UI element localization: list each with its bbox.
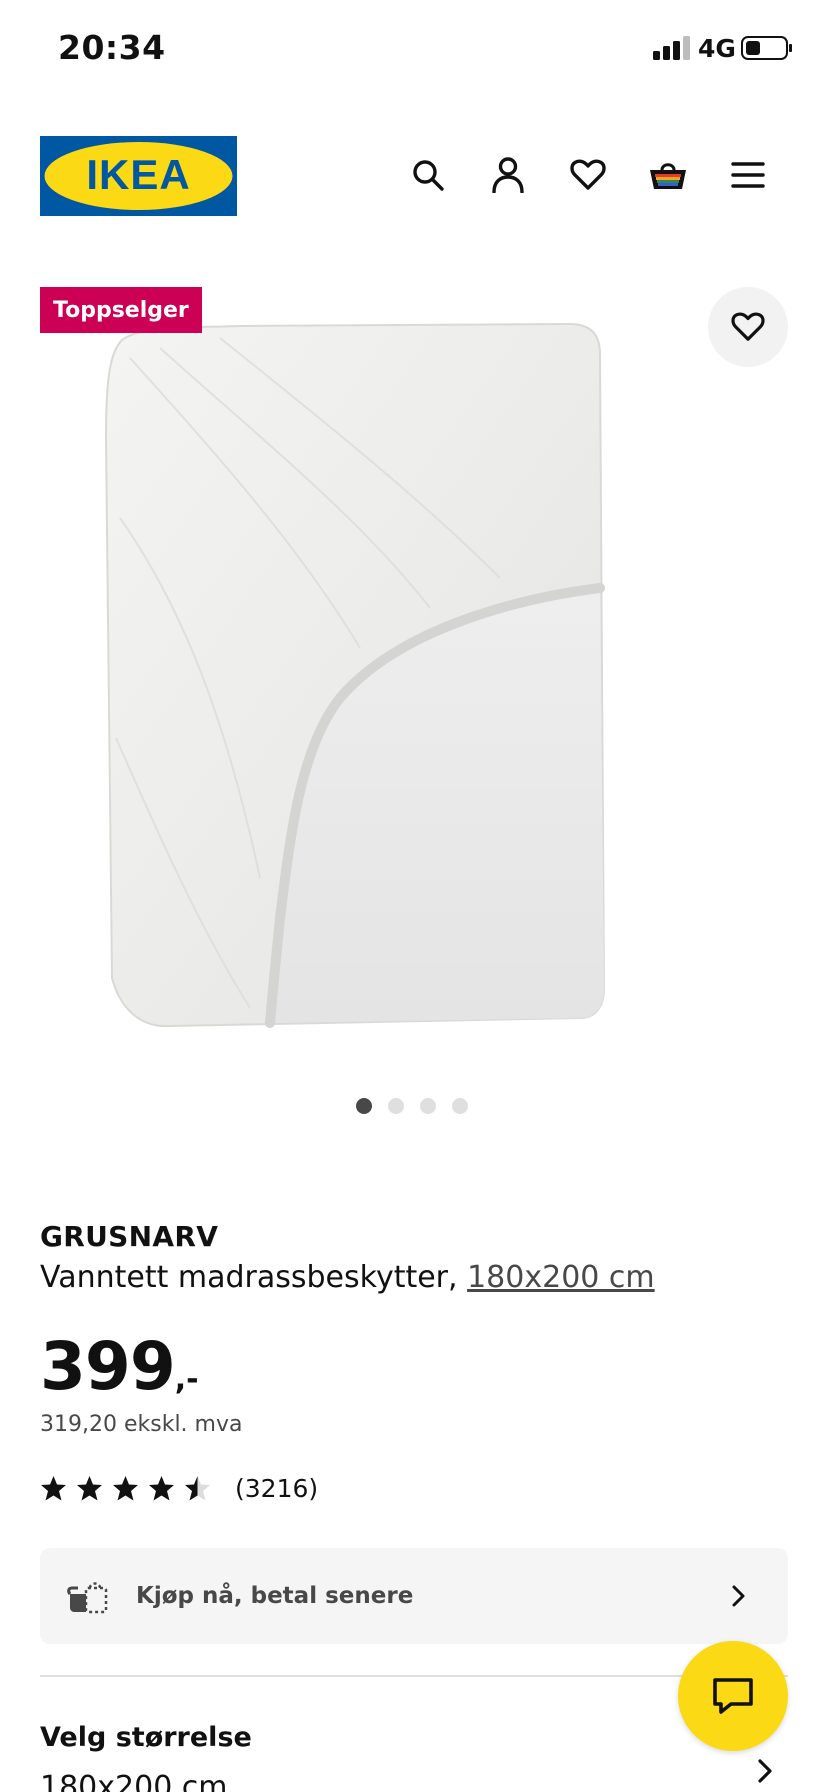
network-label: 4G <box>698 34 736 63</box>
heart-icon <box>731 312 765 341</box>
product-name: GRUSNARV <box>40 1220 219 1253</box>
bestseller-badge: Toppselger <box>40 287 202 333</box>
review-count[interactable]: (3216) <box>235 1474 318 1503</box>
product-description: Vanntett madrassbeskytter, 180x200 cm <box>40 1260 655 1295</box>
menu-icon[interactable] <box>726 153 770 197</box>
payment-icon <box>66 1574 110 1618</box>
price-integer: 399 <box>40 1328 176 1405</box>
status-time: 20:34 <box>58 28 166 67</box>
price-ex-vat: 319,20 ekskl. mva <box>40 1412 243 1437</box>
battery-icon <box>741 36 792 60</box>
rating-stars <box>40 1475 211 1502</box>
bnpl-label: Kjøp nå, betal senere <box>136 1583 414 1609</box>
add-to-wishlist-button[interactable] <box>708 287 788 367</box>
chevron-right-icon <box>732 1585 745 1607</box>
ikea-logo[interactable]: IKEA <box>40 136 237 216</box>
image-carousel-dots[interactable] <box>356 1098 468 1114</box>
price-suffix: ,- <box>174 1362 199 1397</box>
star-icon <box>113 1476 138 1501</box>
size-link[interactable]: 180x200 cm <box>467 1260 655 1295</box>
carousel-dot[interactable] <box>388 1098 404 1114</box>
price: 399 ,- <box>40 1328 199 1405</box>
product-type: Vanntett madrassbeskytter, <box>40 1260 468 1295</box>
ikea-logo-graphic: IKEA <box>40 136 237 216</box>
carousel-dot[interactable] <box>452 1098 468 1114</box>
star-icon <box>41 1476 66 1501</box>
account-icon[interactable] <box>486 153 530 197</box>
size-selector-value[interactable]: 180x200 cm <box>40 1770 228 1792</box>
size-selector-title[interactable]: Velg størrelse <box>40 1722 252 1753</box>
chat-button[interactable] <box>678 1641 788 1751</box>
product-image[interactable] <box>100 318 620 1058</box>
star-icon <box>149 1476 174 1501</box>
wishlist-heart-icon[interactable] <box>566 153 610 197</box>
buy-now-pay-later-button[interactable]: Kjøp nå, betal senere <box>40 1548 788 1644</box>
star-icon <box>185 1476 210 1501</box>
carousel-dot[interactable] <box>420 1098 436 1114</box>
search-icon[interactable] <box>406 153 450 197</box>
chat-bubble-icon <box>713 1678 753 1714</box>
basket-icon[interactable] <box>646 153 690 197</box>
size-selector-chevron-icon[interactable] <box>752 1758 778 1784</box>
product-rating[interactable]: (3216) <box>40 1474 318 1503</box>
carousel-dot[interactable] <box>356 1098 372 1114</box>
signal-icon <box>653 36 690 60</box>
divider <box>40 1675 788 1677</box>
ikea-logo-text: IKEA <box>86 151 190 198</box>
star-icon <box>77 1476 102 1501</box>
